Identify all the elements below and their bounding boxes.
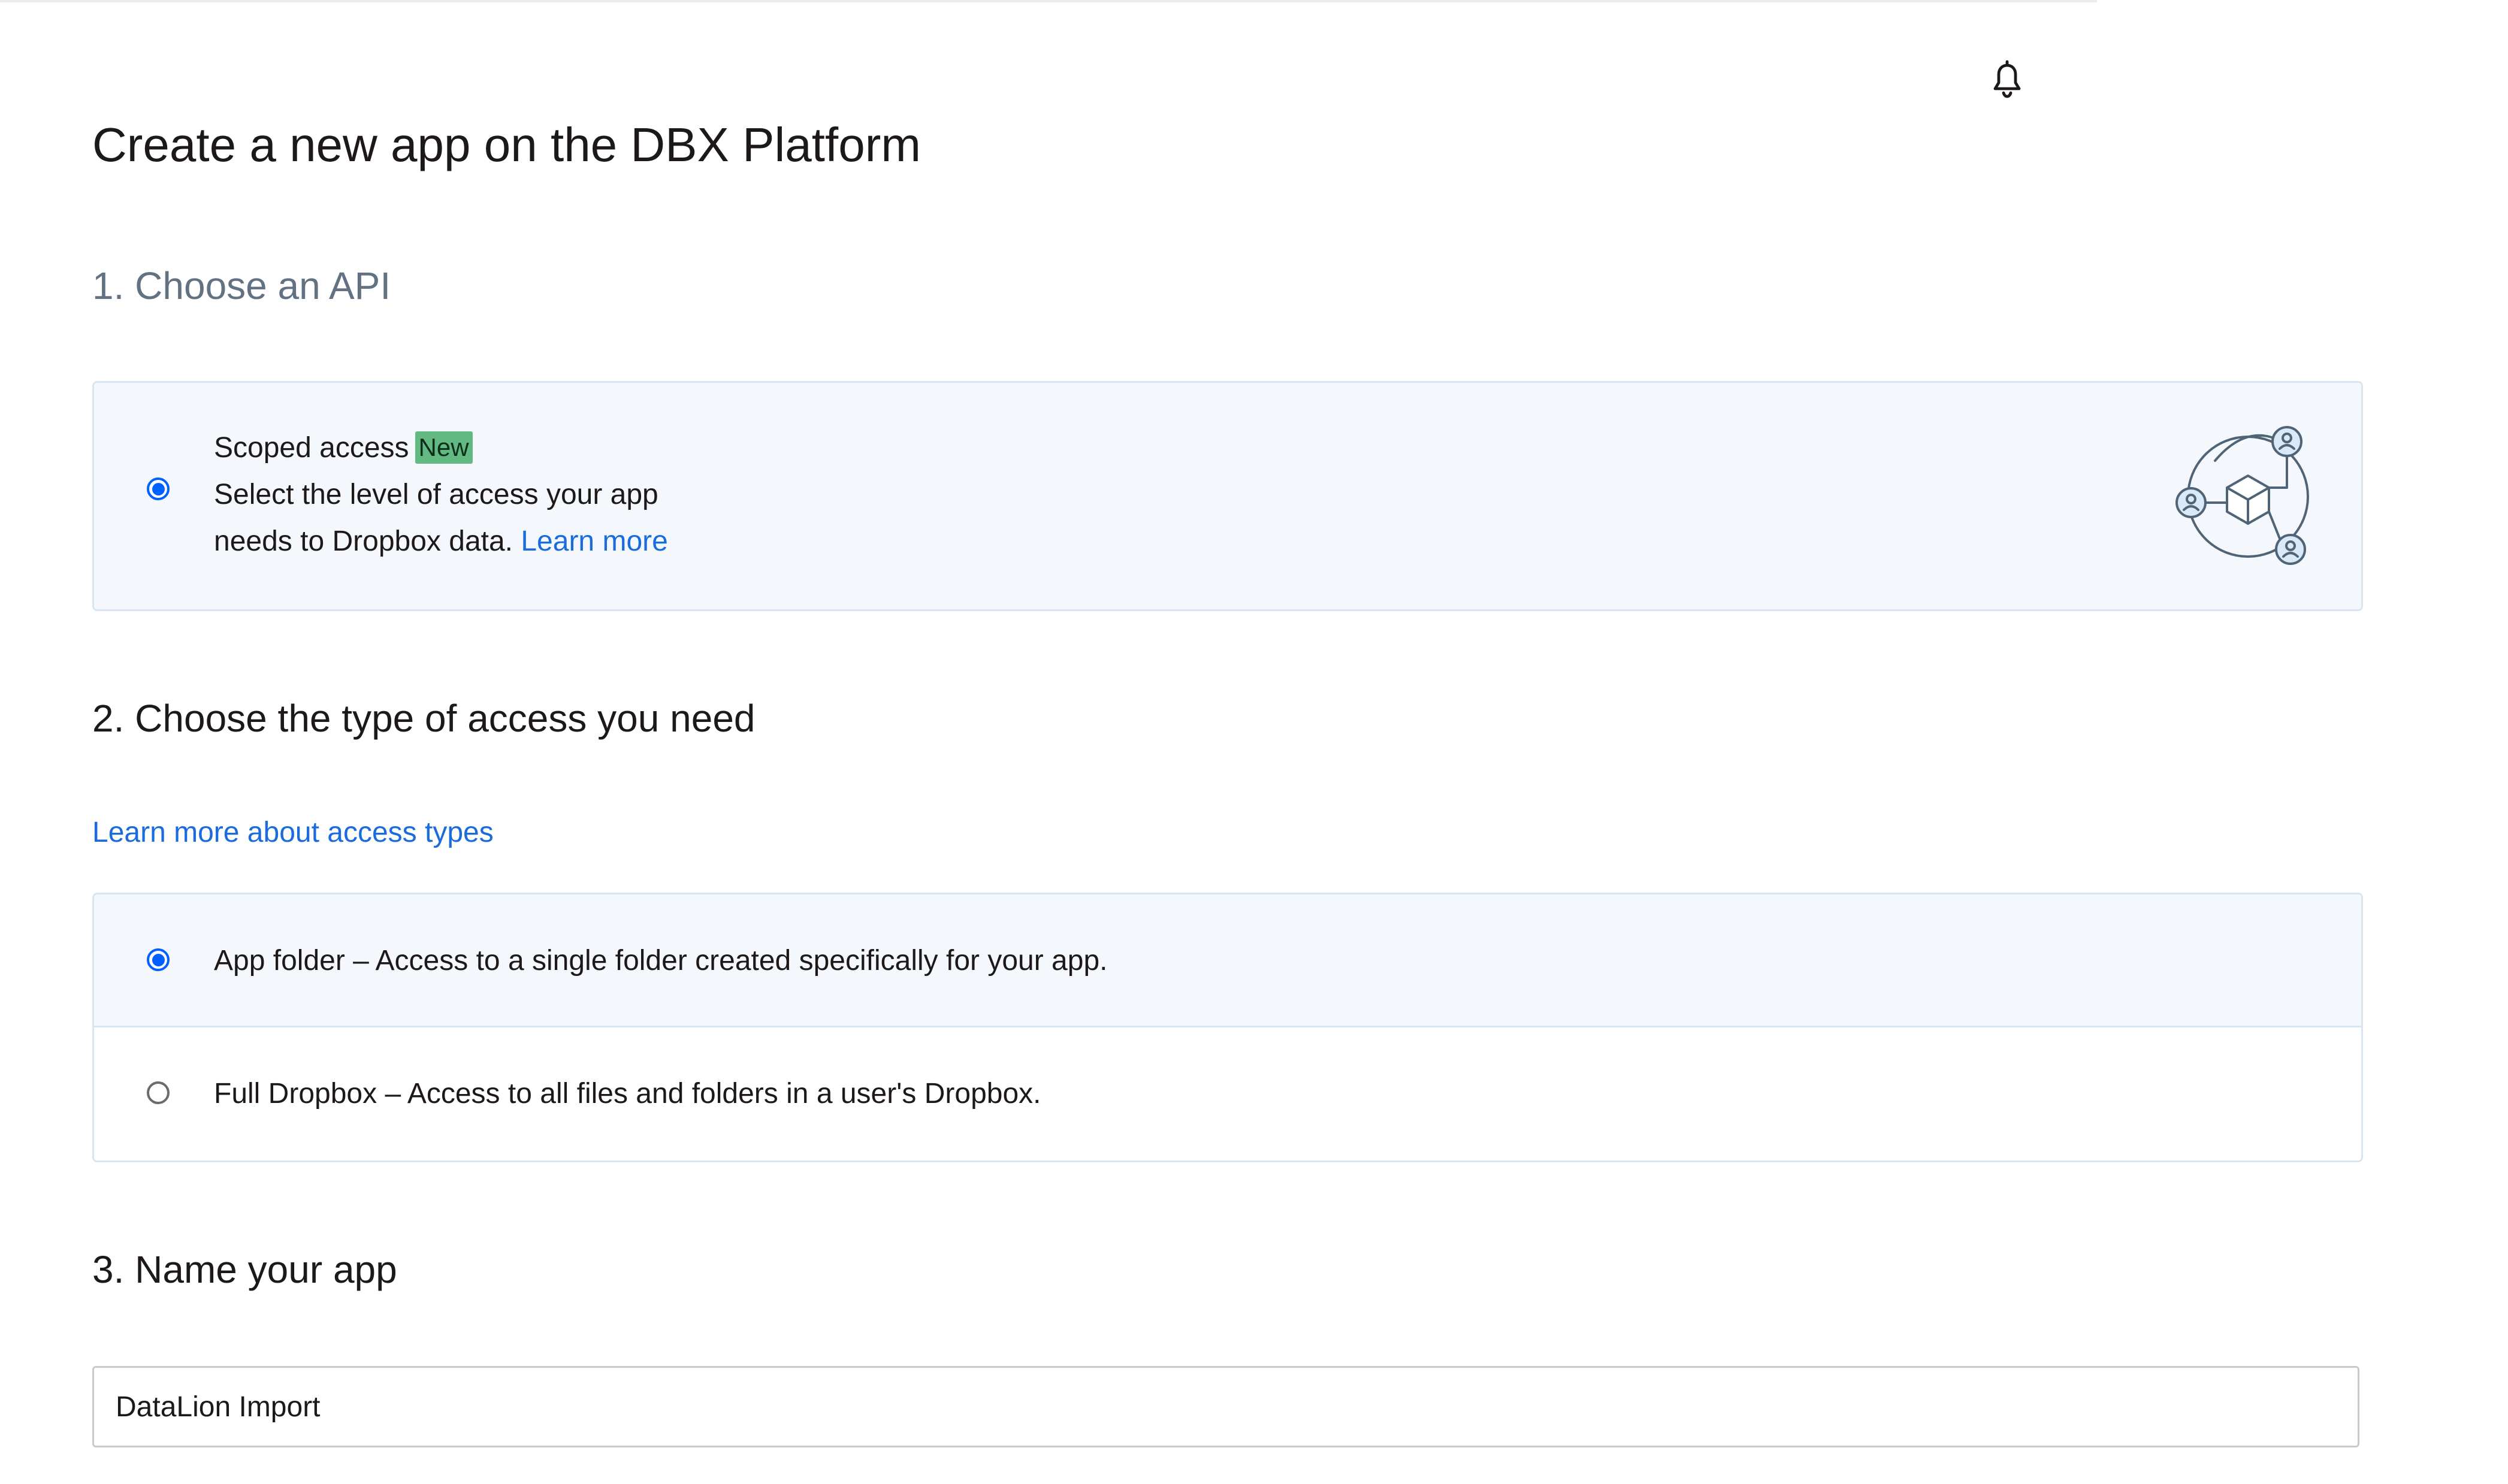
step3-heading: 3. Name your app	[92, 1248, 397, 1291]
scoped-access-desc-1: Select the level of access your app	[214, 479, 658, 510]
scoped-access-desc-2: needs to Dropbox data.	[214, 525, 513, 557]
create-app-page: Create a new app on the DBX Platform 1. …	[0, 0, 2508, 1484]
learn-more-link[interactable]: Learn more	[521, 525, 667, 557]
page-title: Create a new app on the DBX Platform	[92, 118, 921, 171]
scoped-access-radio[interactable]	[147, 477, 170, 500]
app-folder-label: App folder – Access to a single folder c…	[214, 945, 1108, 977]
scoped-access-desc-2-line: needs to Dropbox data. Learn more	[214, 518, 668, 565]
learn-more-access-types-link[interactable]: Learn more about access types	[92, 816, 494, 849]
bell-icon[interactable]	[1988, 58, 2026, 101]
scoped-access-title: Scoped access	[214, 432, 409, 464]
access-type-options: App folder – Access to a single folder c…	[92, 893, 2363, 1162]
scoped-access-title-line: Scoped access New	[214, 425, 668, 472]
new-badge: New	[415, 431, 473, 464]
api-network-icon	[2173, 425, 2323, 569]
app-name-input[interactable]	[92, 1366, 2359, 1447]
step2-heading: 2. Choose the type of access you need	[92, 697, 756, 740]
app-folder-option[interactable]: App folder – Access to a single folder c…	[94, 894, 2361, 1027]
scoped-access-text: Scoped access New Select the level of acc…	[214, 425, 668, 565]
full-dropbox-radio[interactable]	[147, 1081, 170, 1104]
full-dropbox-label: Full Dropbox – Access to all files and f…	[214, 1078, 1041, 1110]
step1-heading: 1. Choose an API	[92, 264, 391, 307]
app-folder-radio[interactable]	[147, 948, 170, 971]
top-divider	[0, 0, 2097, 2]
full-dropbox-option[interactable]: Full Dropbox – Access to all files and f…	[94, 1027, 2361, 1160]
scoped-access-option[interactable]: Scoped access New Select the level of acc…	[92, 381, 2363, 611]
